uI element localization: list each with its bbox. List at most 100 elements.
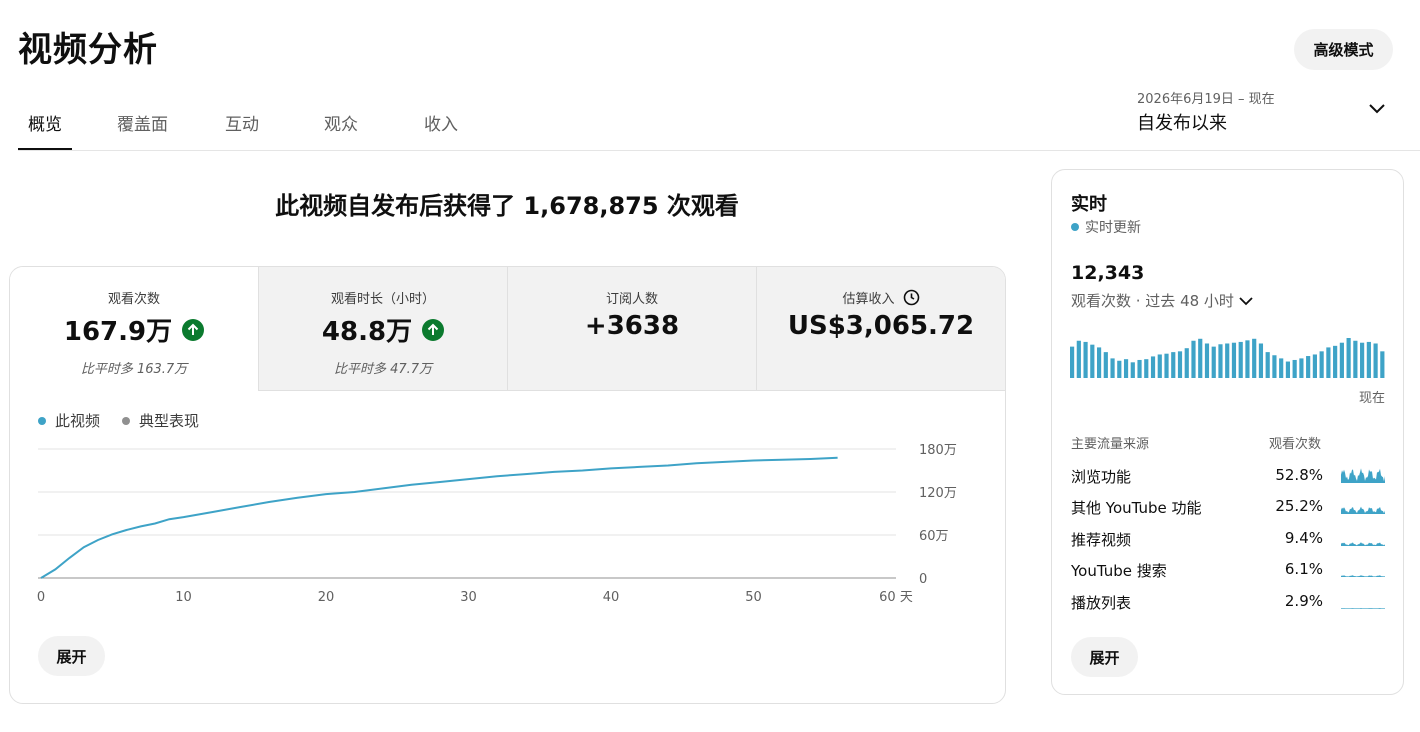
- realtime-bar: [1137, 359, 1142, 378]
- tab-audience[interactable]: 观众: [324, 92, 368, 150]
- y-tick-label: 0: [919, 572, 927, 587]
- realtime-bar: [1191, 340, 1196, 378]
- realtime-bar: [1380, 351, 1385, 378]
- period-label: 观看次数 · 过去 48 小时: [1071, 292, 1234, 310]
- metric-revenue[interactable]: 估算收入 US$3,065.72: [757, 267, 1005, 391]
- sparkline-area: [1341, 468, 1385, 483]
- realtime-bar: [1292, 359, 1297, 378]
- legend-label: 此视频: [55, 412, 101, 430]
- realtime-bar: [1319, 351, 1324, 378]
- source-row[interactable]: 浏览功能 52.8%: [1071, 466, 1386, 486]
- realtime-bar: [1218, 344, 1223, 378]
- source-pct: 6.1%: [1284, 560, 1323, 578]
- legend-this-video[interactable]: 此视频: [38, 410, 100, 431]
- x-tick-label: 40: [603, 590, 620, 605]
- source-pct: 25.2%: [1275, 497, 1323, 515]
- date-range-picker[interactable]: 2026年6月19日 – 现在 自发布以来: [1137, 88, 1392, 134]
- source-row[interactable]: 其他 YouTube 功能 25.2%: [1071, 497, 1386, 517]
- realtime-bar: [1157, 354, 1162, 378]
- realtime-bar: [1184, 348, 1189, 378]
- clock-icon: [903, 289, 919, 306]
- realtime-period-selector[interactable]: 观看次数 · 过去 48 小时: [1071, 290, 1254, 311]
- page-title: 视频分析: [18, 30, 158, 70]
- realtime-bar: [1083, 341, 1088, 378]
- realtime-bar: [1252, 338, 1257, 378]
- realtime-bar: [1130, 362, 1135, 378]
- legend-typical[interactable]: 典型表现: [122, 410, 199, 431]
- expand-button[interactable]: 展开: [1071, 637, 1138, 677]
- legend-dot-typical: [122, 416, 131, 425]
- source-name: 播放列表: [1071, 594, 1132, 612]
- metric-tabs: 观看次数 167.9万 比平时多 163.7万 观看时长（小时） 48.8万 比…: [10, 267, 1005, 391]
- overview-card: 观看次数 167.9万 比平时多 163.7万 观看时长（小时） 48.8万 比…: [9, 266, 1006, 704]
- realtime-bar: [1346, 338, 1351, 378]
- chart-legend: 此视频 典型表现: [38, 410, 199, 431]
- date-range-sub: 2026年6月19日 – 现在: [1137, 92, 1275, 107]
- sparkline-area: [1341, 542, 1385, 546]
- realtime-bar: [1225, 343, 1230, 378]
- y-tick-label: 60万: [919, 529, 949, 544]
- metric-views[interactable]: 观看次数 167.9万 比平时多 163.7万: [10, 267, 259, 391]
- source-sparkline: [1341, 506, 1385, 514]
- realtime-bar: [1272, 355, 1277, 378]
- source-sparkline: [1341, 468, 1385, 483]
- sparkline-area: [1341, 575, 1385, 577]
- advanced-mode-button[interactable]: 高级模式: [1294, 29, 1393, 70]
- realtime-bar: [1211, 346, 1216, 378]
- realtime-bar: [1258, 343, 1264, 378]
- x-tick-label: 30: [460, 590, 477, 605]
- y-tick-label: 180万: [919, 443, 957, 458]
- metric-label: 估算收入: [842, 292, 895, 307]
- realtime-bar: [1306, 356, 1311, 378]
- source-name: 推荐视频: [1071, 531, 1132, 549]
- source-sparkline: [1341, 542, 1385, 546]
- arrow-up-icon: [182, 318, 205, 341]
- legend-label: 典型表现: [139, 412, 200, 430]
- realtime-bar: [1353, 340, 1358, 378]
- realtime-bar: [1373, 343, 1378, 378]
- metric-compare: 比平时多 47.7万: [333, 362, 433, 377]
- realtime-bar: [1110, 358, 1115, 378]
- realtime-bar: [1144, 359, 1149, 378]
- source-name: 浏览功能: [1071, 468, 1132, 486]
- realtime-bar: [1090, 344, 1095, 378]
- realtime-bar: [1070, 346, 1075, 378]
- source-row[interactable]: 播放列表 2.9%: [1071, 592, 1386, 612]
- views-line-chart: 0 60万 120万 180万 0 10 20 30 40 50 60 天: [37, 443, 957, 605]
- realtime-bar: [1265, 352, 1270, 378]
- realtime-bar-chart: [1070, 338, 1385, 378]
- x-tick-label: 0: [37, 590, 45, 605]
- metric-subscribers[interactable]: 订阅人数 +3638: [508, 267, 757, 391]
- realtime-bar: [1339, 342, 1344, 378]
- sources-header: 主要流量来源: [1071, 437, 1150, 452]
- metric-watch-time[interactable]: 观看时长（小时） 48.8万 比平时多 47.7万: [259, 267, 508, 391]
- source-row[interactable]: YouTube 搜索 6.1%: [1071, 560, 1386, 580]
- realtime-bar: [1299, 358, 1304, 378]
- realtime-title: 实时: [1071, 194, 1107, 215]
- metric-label: 观看次数: [107, 292, 160, 307]
- tab-revenue[interactable]: 收入: [424, 92, 468, 150]
- source-row[interactable]: 推荐视频 9.4%: [1071, 529, 1386, 549]
- header-divider: [18, 150, 1420, 151]
- source-sparkline: [1341, 608, 1385, 609]
- source-name: 其他 YouTube 功能: [1071, 499, 1202, 517]
- sparkline-area: [1341, 608, 1385, 609]
- now-label: 现在: [1358, 391, 1385, 406]
- tab-bar: 概览 覆盖面 互动 观众 收入: [18, 92, 468, 150]
- x-tick-label: 60 天: [879, 590, 913, 605]
- realtime-bar: [1285, 361, 1291, 378]
- metric-label: 观看时长（小时）: [330, 292, 435, 307]
- tab-engagement[interactable]: 互动: [225, 92, 269, 150]
- chevron-down-icon: [1239, 296, 1253, 305]
- y-tick-label: 120万: [919, 486, 957, 501]
- metric-value: US$3,065.72: [787, 311, 975, 341]
- tab-overview[interactable]: 概览: [18, 92, 72, 150]
- x-tick-label: 50: [745, 590, 762, 605]
- source-sparkline: [1341, 575, 1385, 577]
- live-dot: [1071, 223, 1079, 231]
- legend-dot-accent: [38, 416, 46, 425]
- tab-reach[interactable]: 覆盖面: [117, 92, 171, 150]
- expand-button[interactable]: 展开: [38, 636, 105, 676]
- date-range-main: 自发布以来: [1137, 113, 1227, 134]
- series-line-this-video: [40, 456, 838, 579]
